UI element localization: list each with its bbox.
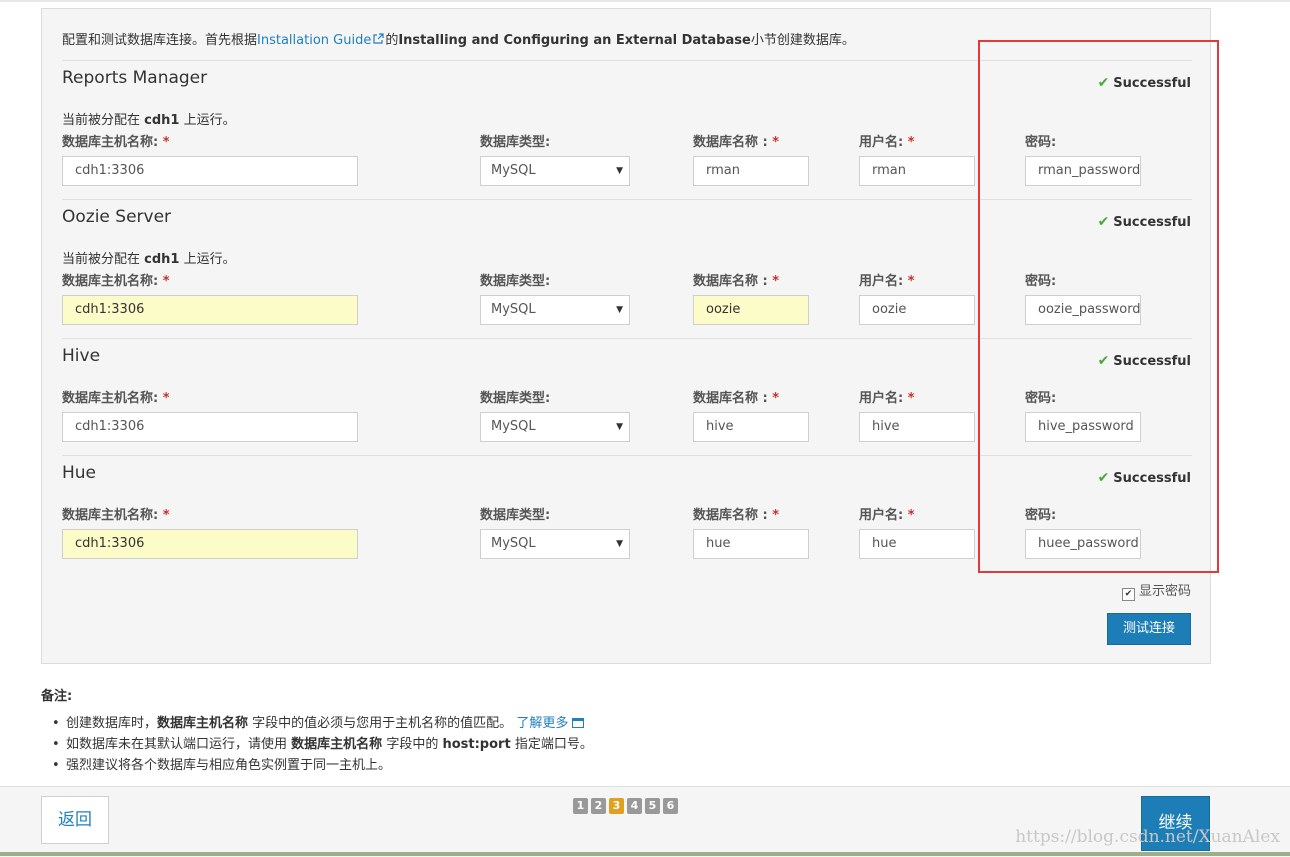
installation-guide-link[interactable]: Installation Guide xyxy=(257,33,371,48)
list-item: 如数据库未在其默认端口运行，请使用 数据库主机名称 字段中的 host:port… xyxy=(52,734,593,755)
intro-mid: 的 xyxy=(385,33,399,48)
label-user: 用户名: * xyxy=(859,391,915,406)
db-name-input-oozie-server[interactable]: oozie xyxy=(693,295,809,325)
section-title-oozie-server: Oozie Server xyxy=(62,207,172,227)
step-indicator: 123456 xyxy=(573,798,681,814)
user-input-hive[interactable]: hive xyxy=(859,412,975,442)
list-item: 强烈建议将各个数据库与相应角色实例置于同一主机上。 xyxy=(52,755,593,776)
section-title-hue: Hue xyxy=(62,463,97,483)
label-host: 数据库主机名称: * xyxy=(62,508,170,523)
label-db-name: 数据库名称 : * xyxy=(693,135,780,150)
annotation-highlight-box xyxy=(978,40,1219,573)
label-user: 用户名: * xyxy=(859,135,915,150)
db-type-select-oozie-server[interactable]: MySQL ▼ xyxy=(480,295,630,325)
intro-text: 配置和测试数据库连接。首先根据Installation Guide 的Instal… xyxy=(62,29,855,48)
host-input-hive[interactable]: cdh1:3306 xyxy=(62,412,358,442)
bottom-strip xyxy=(0,852,1290,856)
watermark: https://blog.csdn.net/XuanAlex xyxy=(1015,827,1280,847)
label-user: 用户名: * xyxy=(859,508,915,523)
notes-title: 备注: xyxy=(41,689,73,704)
label-db-name: 数据库名称 : * xyxy=(693,391,780,406)
notes-list: 创建数据库时，数据库主机名称 字段中的值必须与您用于主机名称的值匹配。 了解更多… xyxy=(52,713,593,776)
assigned-host-reports-manager: 当前被分配在 cdh1 上运行。 xyxy=(62,113,236,128)
list-item: 创建数据库时，数据库主机名称 字段中的值必须与您用于主机名称的值匹配。 了解更多 xyxy=(52,713,593,734)
label-db-type: 数据库类型: xyxy=(480,135,551,150)
label-db-type: 数据库类型: xyxy=(480,508,551,523)
host-input-reports-manager[interactable]: cdh1:3306 xyxy=(62,156,358,186)
step-2[interactable]: 2 xyxy=(591,798,606,814)
db-name-input-hive[interactable]: hive xyxy=(693,412,809,442)
learn-more-link[interactable]: 了解更多 xyxy=(516,716,568,731)
dropdown-arrow-icon: ▼ xyxy=(616,305,623,315)
wizard-footer: 返回 123456 继续 https://blog.csdn.net/XuanA… xyxy=(0,786,1290,857)
intro-suffix: 小节创建数据库。 xyxy=(750,33,855,48)
show-password-toggle[interactable]: ✔ 显示密码 xyxy=(1121,580,1191,601)
top-border xyxy=(0,0,1290,2)
host-input-oozie-server[interactable]: cdh1:3306 xyxy=(62,295,358,325)
label-db-name: 数据库名称 : * xyxy=(693,508,780,523)
db-type-select-hue[interactable]: MySQL ▼ xyxy=(480,529,630,559)
label-db-type: 数据库类型: xyxy=(480,391,551,406)
intro-bold: Installing and Configuring an External D… xyxy=(398,33,751,48)
user-input-reports-manager[interactable]: rman xyxy=(859,156,975,186)
step-4[interactable]: 4 xyxy=(627,798,642,814)
label-host: 数据库主机名称: * xyxy=(62,135,170,150)
test-connection-button[interactable]: 测试连接 xyxy=(1107,613,1191,645)
dropdown-arrow-icon: ▼ xyxy=(616,539,623,549)
user-input-hue[interactable]: hue xyxy=(859,529,975,559)
step-5[interactable]: 5 xyxy=(645,798,660,814)
label-host: 数据库主机名称: * xyxy=(62,274,170,289)
db-type-select-reports-manager[interactable]: MySQL ▼ xyxy=(480,156,630,186)
section-title-hive: Hive xyxy=(62,346,101,366)
step-3-active[interactable]: 3 xyxy=(609,798,624,814)
back-button[interactable]: 返回 xyxy=(41,796,109,844)
db-name-input-reports-manager[interactable]: rman xyxy=(693,156,809,186)
new-window-icon[interactable] xyxy=(572,718,585,728)
label-user: 用户名: * xyxy=(859,274,915,289)
step-1[interactable]: 1 xyxy=(573,798,588,814)
label-db-name: 数据库名称 : * xyxy=(693,274,780,289)
db-type-select-hive[interactable]: MySQL ▼ xyxy=(480,412,630,442)
intro-prefix: 配置和测试数据库连接。首先根据 xyxy=(62,33,258,48)
assigned-host-oozie-server: 当前被分配在 cdh1 上运行。 xyxy=(62,252,236,267)
checkbox-checked-icon[interactable]: ✔ xyxy=(1121,588,1135,601)
dropdown-arrow-icon: ▼ xyxy=(616,166,623,176)
label-host: 数据库主机名称: * xyxy=(62,391,170,406)
step-6[interactable]: 6 xyxy=(663,798,678,814)
dropdown-arrow-icon: ▼ xyxy=(616,422,623,432)
db-name-input-hue[interactable]: hue xyxy=(693,529,809,559)
label-db-type: 数据库类型: xyxy=(480,274,551,289)
external-link-icon[interactable] xyxy=(372,33,384,45)
host-input-hue[interactable]: cdh1:3306 xyxy=(62,529,358,559)
section-title-reports-manager: Reports Manager xyxy=(62,68,208,88)
user-input-oozie-server[interactable]: oozie xyxy=(859,295,975,325)
